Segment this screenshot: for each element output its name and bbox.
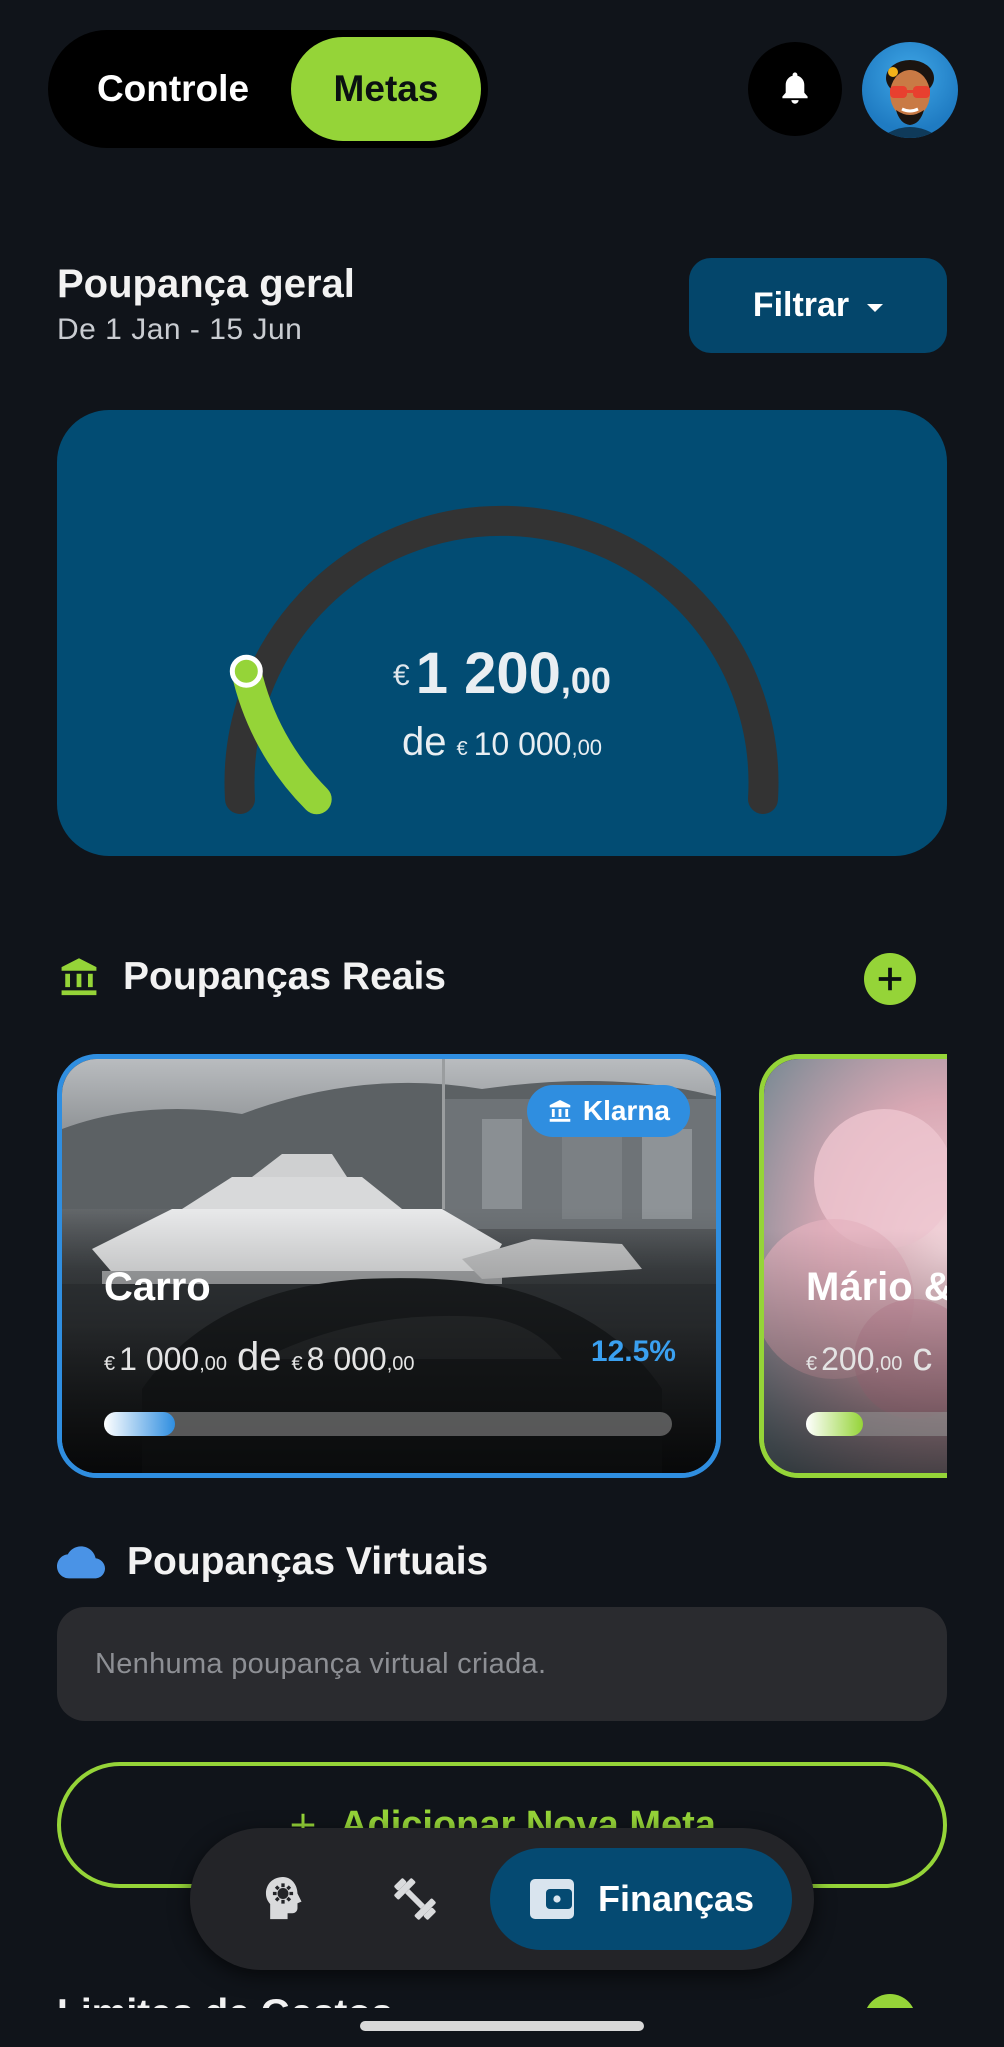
brain-icon (265, 1877, 302, 1920)
nav-finances-label: Finanças (597, 1878, 755, 1919)
goal-saved-dec: ,00 (199, 1353, 228, 1375)
filter-button[interactable]: Filtrar (689, 258, 947, 353)
goal-amounts: €200,00 c (806, 1335, 942, 1380)
real-savings-carousel[interactable]: Klarna Carro €1 000,00 de €8 000,00 12.5% (57, 1052, 947, 1482)
bottom-navigation: Finanças (190, 1828, 814, 1970)
goal-target-int: 8 000 (306, 1341, 387, 1377)
tab-metas[interactable]: Metas (291, 37, 481, 141)
caret-down-icon (867, 303, 884, 312)
overview-period: De 1 Jan - 15 Jun (57, 313, 303, 346)
goal-progress-track (806, 1412, 947, 1436)
virtual-savings-title: Poupanças Virtuais (127, 1540, 489, 1583)
savings-gauge-card: €1 200,00 de €10 000,00 (57, 410, 947, 856)
goal-saved-dec: ,00 (874, 1353, 903, 1375)
goal-card[interactable]: Mário & €200,00 c (759, 1054, 947, 1478)
goal-currency: € (104, 1353, 116, 1375)
goal-of-label: de (237, 1335, 282, 1379)
real-savings-heading: Poupanças Reais (57, 955, 446, 999)
wallet-icon (529, 1879, 574, 1919)
goal-name: Carro (104, 1265, 211, 1309)
add-real-saving-button[interactable] (864, 953, 916, 1005)
dumbbell-icon (394, 1878, 436, 1920)
notifications-button[interactable] (748, 42, 842, 136)
goal-card[interactable]: Klarna Carro €1 000,00 de €8 000,00 12.5% (57, 1054, 721, 1478)
plus-icon (878, 967, 902, 991)
saved-currency: € (393, 659, 410, 692)
goal-currency: € (806, 1353, 818, 1375)
virtual-savings-empty: Nenhuma poupança virtual criada. (57, 1607, 947, 1721)
goal-target-currency: € (291, 1353, 303, 1375)
virtual-savings-heading: Poupanças Virtuais (57, 1540, 488, 1584)
goal-progress-fill (104, 1412, 175, 1436)
goal-amounts: €1 000,00 de €8 000,00 (104, 1335, 415, 1380)
view-switcher: Controle Metas (48, 30, 488, 148)
goal-percent: 12.5% (590, 1335, 676, 1368)
bell-icon (782, 72, 808, 104)
nav-item-finances[interactable]: Finanças (490, 1848, 792, 1950)
cloud-icon (57, 1546, 105, 1579)
klarna-label: Klarna (582, 1095, 670, 1126)
goal-target-dec: ,00 (386, 1353, 415, 1375)
goal-progress-track (104, 1412, 672, 1436)
bank-icon (61, 958, 97, 996)
goal-progress-fill (806, 1412, 864, 1436)
savings-gauge (224, 505, 779, 815)
goal-name: Mário & (806, 1265, 947, 1309)
nav-item-mind[interactable] (254, 1870, 312, 1928)
saved-amount: €1 200,00 (57, 640, 947, 707)
goal-saved-int: 1 000 (119, 1341, 200, 1377)
goal-of-label: c (912, 1335, 933, 1379)
goal-saved-int: 200 (821, 1341, 875, 1377)
target-amount: de €10 000,00 (57, 720, 947, 765)
target-dec: ,00 (571, 735, 603, 760)
klarna-badge: Klarna (526, 1085, 690, 1137)
target-int: 10 000 (473, 726, 572, 762)
home-indicator (360, 2021, 644, 2031)
nav-item-fitness[interactable] (386, 1870, 444, 1928)
of-label: de (401, 720, 447, 764)
real-savings-title: Poupanças Reais (123, 955, 446, 998)
tab-controle[interactable]: Controle (55, 37, 291, 141)
target-currency: € (456, 738, 468, 760)
filter-label: Filtrar (752, 286, 850, 324)
overview-title: Poupança geral (57, 262, 355, 306)
saved-dec: ,00 (560, 660, 611, 701)
user-avatar[interactable] (862, 42, 958, 138)
bank-icon (549, 1099, 571, 1122)
saved-int: 1 200 (415, 641, 561, 706)
